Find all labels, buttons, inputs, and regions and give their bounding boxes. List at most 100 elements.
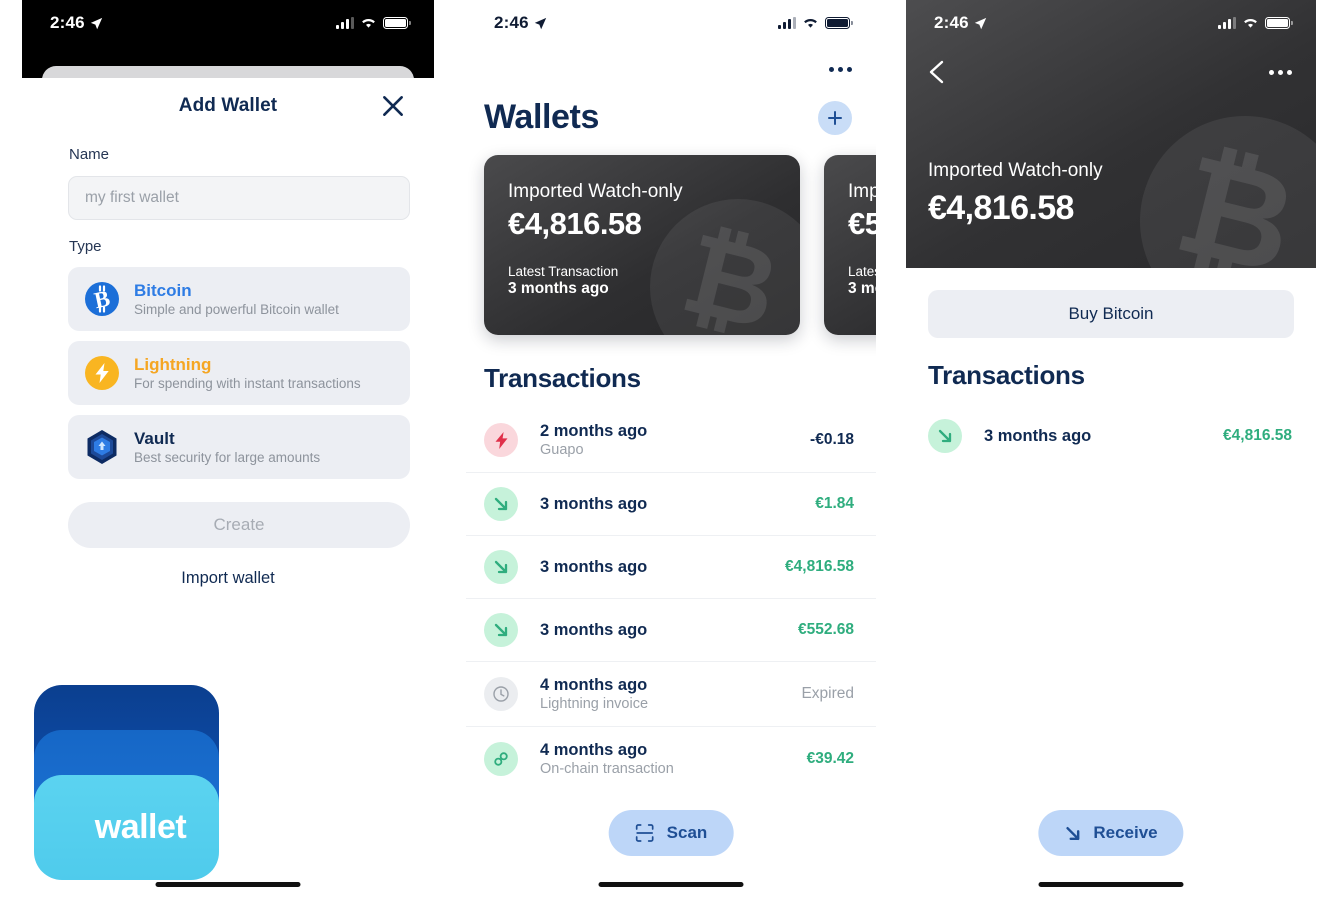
wallet-type-name: Vault [134, 429, 175, 449]
scan-button[interactable]: Scan [608, 810, 734, 856]
transaction-amount: -€0.18 [810, 431, 854, 448]
transaction-amount: €4,816.58 [785, 558, 854, 575]
clock-icon [484, 677, 518, 711]
wallet-type-name: Bitcoin [134, 281, 192, 301]
wallet-card[interactable]: ₿ Imported Watch-only €4,816.58 Latest T… [484, 155, 800, 335]
wallet-type-desc: For spending with instant transactions [134, 375, 361, 391]
table-row[interactable]: 3 months ago €4,816.58 [466, 535, 876, 598]
wallet-type-list: B Bitcoin Simple and powerful Bitcoin wa… [68, 267, 410, 479]
section-title-transactions: Transactions [928, 360, 1085, 390]
logo-text: wallet [94, 808, 187, 846]
wallet-balance: €4,816.58 [928, 189, 1074, 227]
location-arrow-icon [534, 17, 547, 29]
type-label: Type [69, 238, 102, 255]
scan-qr-icon [635, 824, 654, 842]
home-indicator [1038, 882, 1184, 887]
wallet-type-desc: Simple and powerful Bitcoin wallet [134, 301, 339, 317]
wifi-icon [362, 18, 375, 28]
status-bar: 2:46 [906, 0, 1316, 46]
transaction-texts: 4 months ago Lightning invoice [540, 676, 801, 712]
wallet-type-name: Lightning [134, 355, 212, 375]
table-row[interactable]: 3 months ago €552.68 [466, 598, 876, 661]
status-bar-left: 2:46 [934, 13, 987, 33]
create-button[interactable]: Create [68, 502, 410, 548]
arrow-down-right-icon [1066, 826, 1080, 840]
table-row[interactable]: 3 months ago €1.84 [466, 472, 876, 535]
status-bar-right [778, 17, 853, 29]
status-bar-left: 2:46 [50, 13, 103, 33]
wallet-card-sub-label: Latest Transaction [508, 264, 619, 279]
battery-icon [1265, 17, 1293, 29]
wallet-card-balance: €5 [848, 206, 876, 241]
import-wallet-link[interactable]: Import wallet [22, 569, 434, 588]
app-logo: wallet [28, 685, 228, 880]
page-title: Wallets [484, 98, 599, 136]
cellular-bars-icon [1218, 17, 1236, 29]
battery-icon [825, 17, 853, 29]
home-indicator [155, 882, 301, 887]
lightning-icon [85, 356, 119, 390]
receive-button[interactable]: Receive [1038, 810, 1184, 856]
wallet-name: Imported Watch-only [928, 160, 1103, 181]
plus-icon [828, 110, 842, 125]
transaction-status: Expired [801, 685, 854, 702]
status-bar-right [336, 17, 411, 29]
sheet-header: Add Wallet [22, 78, 434, 134]
transaction-date: 3 months ago [540, 557, 648, 576]
transaction-amount: €39.42 [806, 750, 854, 767]
phone-wallets-list: 2:46 Wallets ₿ Imported Watch-only €4,81… [466, 0, 876, 902]
wallet-detail-header: ₿ 2:46 Imported Watch-only €4,816.58 [906, 0, 1316, 268]
wallet-name-input[interactable]: my first wallet [68, 176, 410, 220]
receive-label: Receive [1093, 823, 1158, 842]
name-label: Name [69, 146, 110, 163]
table-row[interactable]: 4 months ago On-chain transaction €39.42 [466, 726, 876, 791]
transaction-amount: €1.84 [815, 495, 854, 512]
location-arrow-icon [974, 17, 987, 29]
transaction-texts: 3 months ago [540, 558, 785, 577]
wallet-card[interactable]: ₿ Imported Watch-only €5 Latest 3 mo [824, 155, 876, 335]
wallet-cards-carousel[interactable]: ₿ Imported Watch-only €4,816.58 Latest T… [466, 155, 876, 335]
close-icon[interactable] [380, 93, 406, 119]
transaction-texts: 3 months ago [984, 427, 1223, 446]
wallet-type-texts: Lightning For spending with instant tran… [134, 355, 361, 391]
status-bar: 2:46 [22, 0, 434, 46]
status-time: 2:46 [934, 13, 969, 32]
wallet-card-name: Imported Watch-only [508, 181, 683, 202]
lightning-bolt-icon [484, 423, 518, 457]
wallet-type-bitcoin[interactable]: B Bitcoin Simple and powerful Bitcoin wa… [68, 267, 410, 331]
screenshot-stage: 2:46 Add Wallet Name my first wallet Typ… [0, 0, 1332, 924]
more-horizontal-icon[interactable] [1269, 69, 1292, 75]
transaction-texts: 2 months ago Guapo [540, 422, 810, 458]
status-time: 2:46 [494, 13, 529, 32]
table-row[interactable]: 4 months ago Lightning invoice Expired [466, 661, 876, 726]
transaction-amount: €4,816.58 [1223, 427, 1292, 444]
transaction-date: 2 months ago [540, 422, 648, 440]
transaction-date: 3 months ago [540, 620, 648, 639]
phone-add-wallet: 2:46 Add Wallet Name my first wallet Typ… [22, 0, 434, 902]
table-row[interactable]: 2 months ago Guapo -€0.18 [466, 408, 876, 472]
arrow-down-right-icon [484, 550, 518, 584]
wallet-type-vault[interactable]: Vault Best security for large amounts [68, 415, 410, 479]
page-header: Wallets [466, 92, 876, 137]
wallet-type-lightning[interactable]: Lightning For spending with instant tran… [68, 341, 410, 405]
more-horizontal-icon[interactable] [829, 66, 852, 72]
transaction-note: Lightning invoice [540, 696, 649, 712]
transactions-list: 2 months ago Guapo -€0.18 3 months ago €… [466, 408, 876, 791]
nav-row [906, 46, 1316, 86]
wallet-type-texts: Vault Best security for large amounts [134, 429, 320, 465]
wallet-type-desc: Best security for large amounts [134, 449, 321, 465]
battery-icon [383, 17, 411, 29]
cellular-bars-icon [778, 17, 796, 29]
transaction-note: On-chain transaction [540, 761, 674, 777]
transaction-date: 3 months ago [540, 494, 648, 513]
table-row[interactable]: 3 months ago €4,816.58 [906, 405, 1316, 467]
arrow-down-right-icon [484, 487, 518, 521]
wallet-card-name: Imported Watch-only [848, 181, 876, 202]
wifi-icon [804, 18, 817, 28]
vault-icon [87, 430, 117, 464]
add-wallet-button[interactable] [818, 100, 852, 135]
status-time: 2:46 [50, 13, 85, 32]
buy-bitcoin-button[interactable]: Buy Bitcoin [928, 290, 1294, 338]
wallet-card-sub-value: 3 months ago [508, 280, 609, 297]
chevron-left-icon[interactable] [926, 58, 948, 86]
